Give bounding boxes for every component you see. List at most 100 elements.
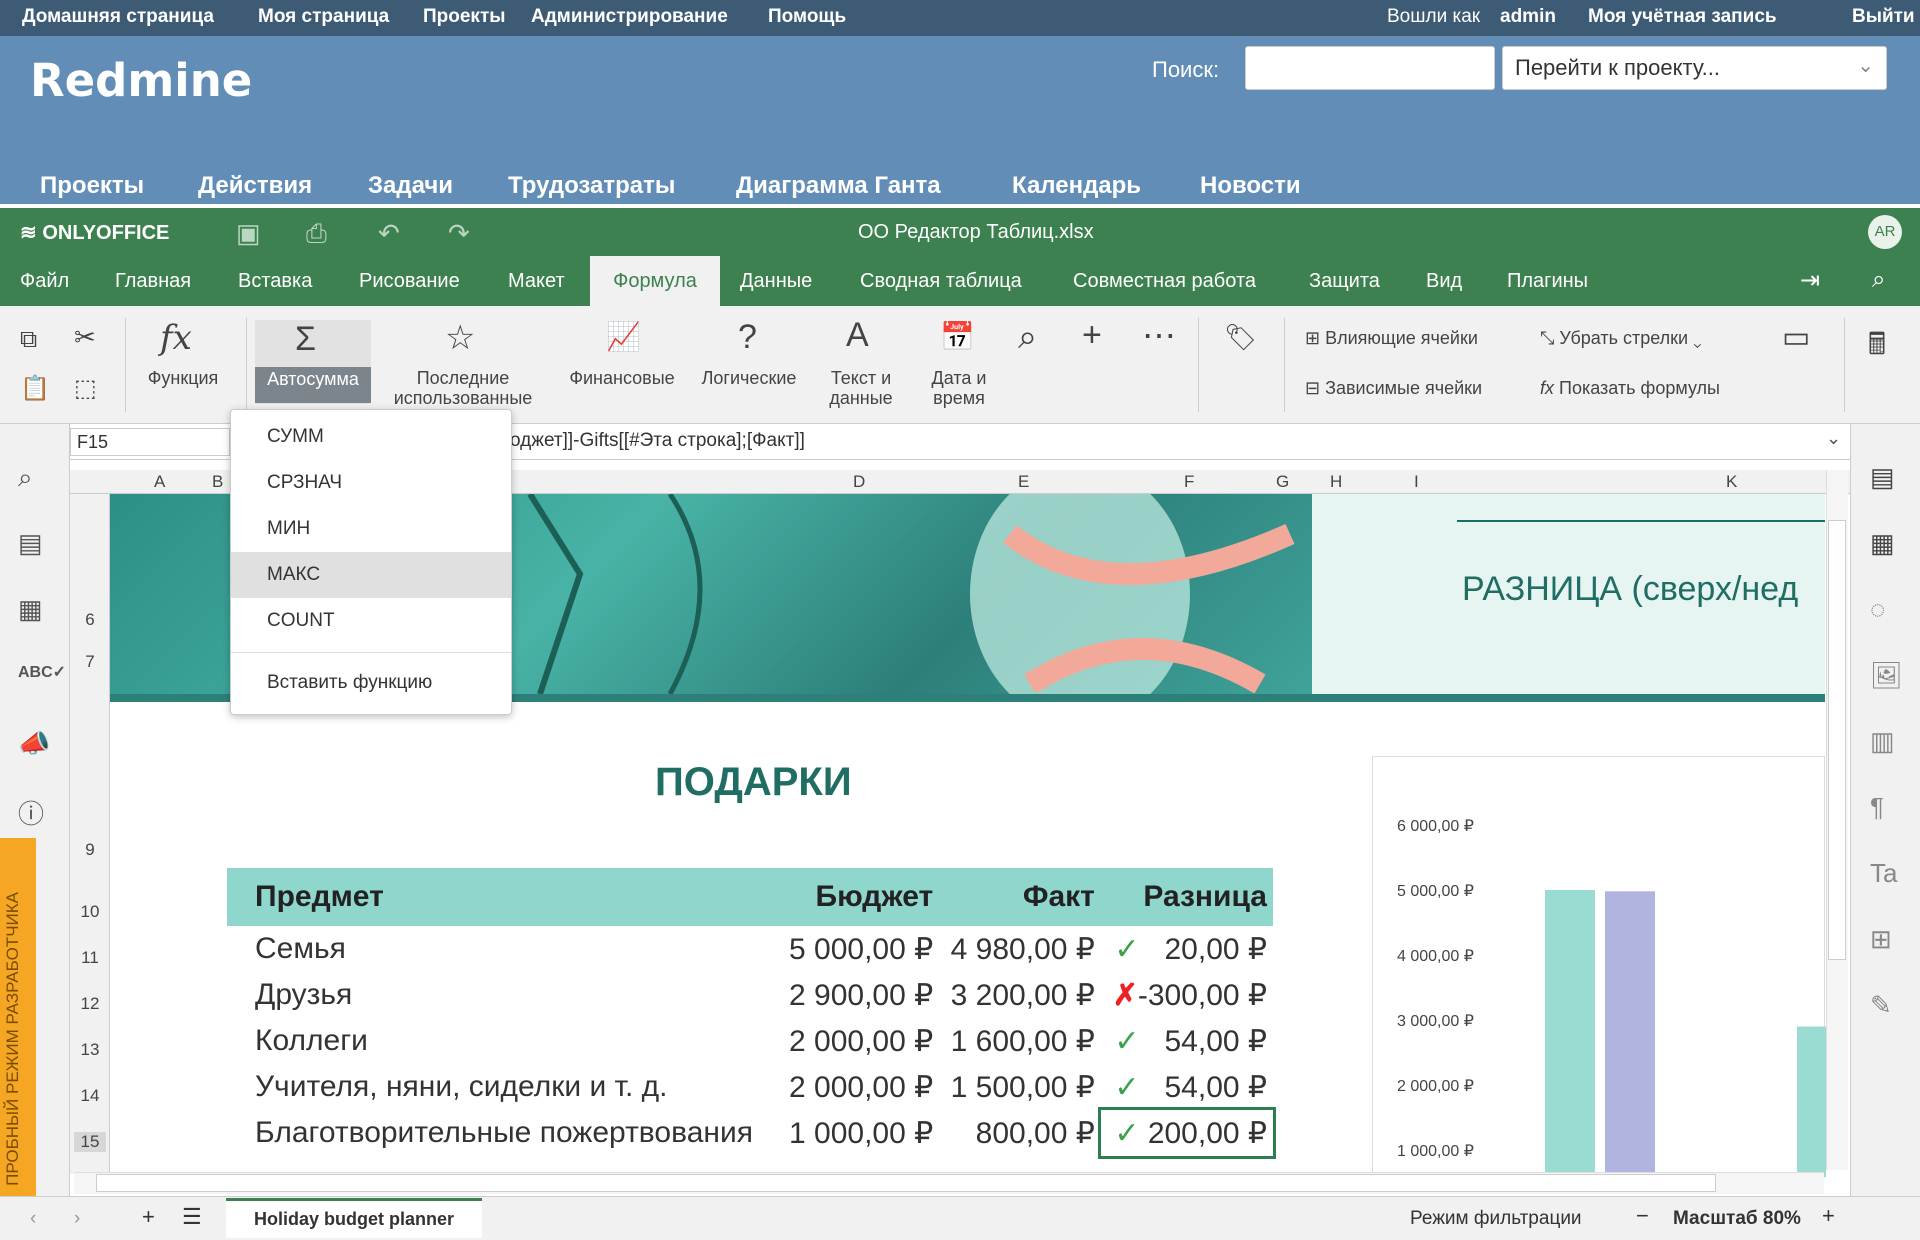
- date-label-2[interactable]: время: [912, 388, 1006, 408]
- pivot-settings-icon[interactable]: ⊞: [1870, 924, 1892, 955]
- link-home[interactable]: Домашняя страница: [22, 6, 214, 28]
- row-header-selected[interactable]: 15: [74, 1132, 106, 1152]
- row-header[interactable]: 7: [74, 652, 106, 672]
- zoom-in-icon[interactable]: +: [1822, 1203, 1835, 1229]
- cell-budget[interactable]: 2 900,00 ₽: [778, 972, 940, 1018]
- star-icon[interactable]: ☆: [445, 318, 475, 358]
- cell-item[interactable]: Благотворительные пожертвования: [227, 1110, 778, 1156]
- about-icon[interactable]: ⓘ: [18, 794, 44, 831]
- redmine-title[interactable]: Redmine: [30, 54, 252, 107]
- logical-label[interactable]: Логические: [692, 368, 806, 388]
- cell-budget[interactable]: 2 000,00 ₽: [778, 1018, 940, 1064]
- row-header[interactable]: 6: [74, 610, 106, 630]
- cell-fact[interactable]: 4 980,00 ₽: [939, 926, 1101, 972]
- logical-icon[interactable]: ?: [738, 318, 757, 357]
- header-budget[interactable]: Бюджет: [777, 868, 940, 926]
- sheet-list-icon[interactable]: ☰: [182, 1204, 202, 1230]
- tab-formula[interactable]: Формула: [590, 256, 720, 306]
- menu-gantt[interactable]: Диаграмма Ганта: [736, 172, 941, 200]
- chart-settings-icon[interactable]: ▥: [1870, 726, 1895, 757]
- cell-difference[interactable]: ✓ 20,00 ₽: [1101, 926, 1273, 972]
- date-label-1[interactable]: Дата и: [912, 368, 1006, 388]
- text-art-settings-icon[interactable]: Ta: [1870, 858, 1897, 889]
- selected-cell-difference[interactable]: ✓ 200,00 ₽: [1097, 1107, 1277, 1159]
- zoom-level[interactable]: Масштаб 80%: [1673, 1208, 1801, 1230]
- column-header[interactable]: H: [1330, 472, 1342, 492]
- tab-plugins[interactable]: Плагины: [1507, 270, 1588, 293]
- cut-icon[interactable]: ✂: [74, 322, 96, 353]
- expand-formula-icon[interactable]: ⌄: [1826, 428, 1841, 449]
- watch-window-icon[interactable]: ▭: [1782, 320, 1810, 355]
- copy-icon[interactable]: ⧉: [20, 326, 37, 354]
- recent-label-2[interactable]: использованные: [374, 388, 552, 408]
- show-formulas-button[interactable]: fx Показать формулы: [1540, 378, 1720, 398]
- text-icon[interactable]: A: [846, 316, 869, 355]
- math-icon[interactable]: +: [1082, 316, 1102, 355]
- trace-dependents-button[interactable]: ⊟ Зависимые ячейки: [1305, 378, 1482, 398]
- paste-icon[interactable]: 📋: [20, 374, 50, 403]
- header-fact[interactable]: Факт: [939, 868, 1101, 926]
- named-ranges-icon[interactable]: 🏷: [1224, 322, 1257, 353]
- text-label-1[interactable]: Текст и: [814, 368, 908, 388]
- save-icon[interactable]: ▣: [236, 218, 261, 249]
- menu-calendar[interactable]: Календарь: [1012, 172, 1141, 200]
- tab-view[interactable]: Вид: [1426, 270, 1462, 293]
- trace-precedents-button[interactable]: ⊞ Влияющие ячейки: [1305, 328, 1478, 348]
- tab-draw[interactable]: Рисование: [359, 270, 460, 293]
- menu-item-sum[interactable]: СУММ: [231, 414, 511, 460]
- menu-item-count[interactable]: COUNT: [231, 598, 511, 644]
- tab-insert[interactable]: Вставка: [238, 270, 312, 293]
- cell-fact[interactable]: 1 600,00 ₽: [939, 1018, 1101, 1064]
- cell-item[interactable]: Коллеги: [227, 1018, 778, 1064]
- text-label-2[interactable]: данные: [814, 388, 908, 408]
- row-header[interactable]: 10: [74, 902, 106, 922]
- user-link[interactable]: admin: [1500, 6, 1556, 28]
- header-item[interactable]: Предмет: [227, 868, 778, 926]
- cell-budget[interactable]: 5 000,00 ₽: [778, 926, 940, 972]
- row-header[interactable]: 11: [74, 948, 106, 968]
- menu-news[interactable]: Новости: [1200, 172, 1301, 200]
- cell-difference[interactable]: ✓ 54,00 ₽: [1101, 1064, 1273, 1110]
- avatar[interactable]: AR: [1868, 215, 1902, 249]
- print-icon[interactable]: ⎙: [306, 218, 327, 250]
- tab-home[interactable]: Главная: [115, 270, 191, 293]
- comments-icon[interactable]: ▤: [18, 528, 43, 559]
- column-header[interactable]: E: [1018, 472, 1029, 492]
- cell-item[interactable]: Учителя, няни, сиделки и т. д.: [227, 1064, 778, 1110]
- row-header[interactable]: 13: [74, 1040, 106, 1060]
- menu-issues[interactable]: Задачи: [368, 172, 453, 200]
- tab-collaboration[interactable]: Совместная работа: [1073, 270, 1256, 293]
- column-header[interactable]: G: [1276, 472, 1289, 492]
- cell-settings-icon[interactable]: ▤: [1870, 462, 1895, 493]
- menu-item-max[interactable]: МАКС: [231, 552, 511, 598]
- menu-item-min[interactable]: МИН: [231, 506, 511, 552]
- formula-input[interactable]: оджет]]-Gifts[[#Эта строка];[Факт]]: [510, 430, 805, 452]
- function-icon[interactable]: fx: [160, 318, 192, 358]
- open-location-icon[interactable]: ⇥: [1800, 266, 1820, 295]
- sheet-tab[interactable]: Holiday budget planner: [226, 1198, 482, 1238]
- column-header[interactable]: B: [212, 472, 223, 492]
- link-my-page[interactable]: Моя страница: [258, 6, 389, 28]
- financial-label[interactable]: Финансовые: [560, 368, 684, 388]
- recent-label-1[interactable]: Последние: [374, 368, 552, 388]
- menu-activity[interactable]: Действия: [198, 172, 312, 200]
- feedback-icon[interactable]: 📣: [18, 728, 50, 759]
- paragraph-settings-icon[interactable]: ¶: [1870, 792, 1884, 823]
- table-settings-icon[interactable]: ▦: [1870, 528, 1895, 559]
- tab-pivot[interactable]: Сводная таблица: [860, 270, 1022, 293]
- link-projects[interactable]: Проекты: [423, 6, 505, 28]
- search-icon[interactable]: ⌕: [18, 462, 33, 494]
- column-header[interactable]: K: [1726, 472, 1737, 492]
- link-my-account[interactable]: Моя учётная запись: [1588, 6, 1777, 28]
- signature-settings-icon[interactable]: ✎: [1870, 990, 1892, 1021]
- cell-item[interactable]: Друзья: [227, 972, 778, 1018]
- next-sheet-icon[interactable]: ›: [74, 1208, 80, 1230]
- horizontal-scroll-thumb[interactable]: [96, 1174, 1716, 1192]
- cell-difference[interactable]: ✗-300,00 ₽: [1101, 972, 1273, 1018]
- menu-projects[interactable]: Проекты: [40, 172, 144, 200]
- link-help[interactable]: Помощь: [768, 6, 846, 28]
- search-input[interactable]: [1245, 46, 1495, 90]
- row-header[interactable]: 12: [74, 994, 106, 1014]
- calculator-icon[interactable]: 🖩: [1868, 322, 1886, 373]
- tab-layout[interactable]: Макет: [508, 270, 565, 293]
